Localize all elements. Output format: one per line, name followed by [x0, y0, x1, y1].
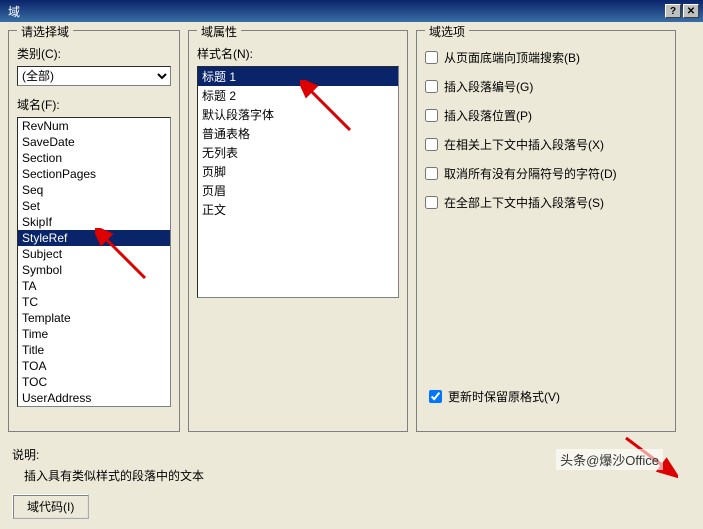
option-row: 从页面底端向顶端搜索(B) — [425, 49, 667, 66]
field-listbox[interactable]: RevNumSaveDateSectionSectionPagesSeqSetS… — [17, 117, 171, 407]
list-item[interactable]: 标题 2 — [198, 86, 398, 105]
list-item[interactable]: Seq — [18, 182, 170, 198]
preserve-format-label: 更新时保留原格式(V) — [448, 388, 560, 405]
list-item[interactable]: Title — [18, 342, 170, 358]
field-code-button[interactable]: 域代码(I) — [12, 494, 89, 519]
option-checkbox[interactable] — [425, 196, 438, 209]
field-options-group: 域选项 从页面底端向顶端搜索(B)插入段落编号(G)插入段落位置(P)在相关上下… — [416, 30, 676, 432]
option-row: 在相关上下文中插入段落号(X) — [425, 136, 667, 153]
style-listbox[interactable]: 标题 1标题 2默认段落字体普通表格无列表页脚页眉正文 — [197, 66, 399, 298]
option-checkbox[interactable] — [425, 109, 438, 122]
preserve-format-row: 更新时保留原格式(V) — [429, 388, 560, 405]
option-checkbox[interactable] — [425, 51, 438, 64]
option-label: 在相关上下文中插入段落号(X) — [444, 136, 604, 153]
list-item[interactable]: 普通表格 — [198, 124, 398, 143]
option-row: 插入段落位置(P) — [425, 107, 667, 124]
category-select[interactable]: (全部) — [17, 66, 171, 86]
option-checkbox[interactable] — [425, 138, 438, 151]
titlebar: 域 ? ✕ — [0, 0, 703, 22]
window-title: 域 — [4, 3, 663, 20]
stylename-label: 样式名(N): — [197, 45, 399, 62]
list-item[interactable]: Symbol — [18, 262, 170, 278]
list-item[interactable]: SkipIf — [18, 214, 170, 230]
watermark: 头条@爆沙Office — [556, 449, 663, 470]
option-row: 在全部上下文中插入段落号(S) — [425, 194, 667, 211]
field-properties-group: 域属性 样式名(N): 标题 1标题 2默认段落字体普通表格无列表页脚页眉正文 — [188, 30, 408, 432]
list-item[interactable]: Time — [18, 326, 170, 342]
field-select-group: 请选择域 类别(C): (全部) 域名(F): RevNumSaveDateSe… — [8, 30, 180, 432]
group-title: 域选项 — [425, 23, 469, 40]
list-item[interactable]: SectionPages — [18, 166, 170, 182]
list-item[interactable]: StyleRef — [18, 230, 170, 246]
list-item[interactable]: UserAddress — [18, 390, 170, 406]
list-item[interactable]: Subject — [18, 246, 170, 262]
preserve-format-checkbox[interactable] — [429, 390, 442, 403]
list-item[interactable]: SaveDate — [18, 134, 170, 150]
list-item[interactable]: 正文 — [198, 200, 398, 219]
list-item[interactable]: TA — [18, 278, 170, 294]
category-label: 类别(C): — [17, 45, 171, 62]
list-item[interactable]: Set — [18, 198, 170, 214]
fieldname-label: 域名(F): — [17, 96, 171, 113]
option-checkbox[interactable] — [425, 80, 438, 93]
option-row: 插入段落编号(G) — [425, 78, 667, 95]
list-item[interactable]: TOA — [18, 358, 170, 374]
option-label: 插入段落位置(P) — [444, 107, 532, 124]
option-label: 取消所有没有分隔符号的字符(D) — [444, 165, 617, 182]
list-item[interactable]: TOC — [18, 374, 170, 390]
close-button[interactable]: ✕ — [683, 4, 699, 18]
list-item[interactable]: RevNum — [18, 118, 170, 134]
list-item[interactable]: 标题 1 — [198, 67, 398, 86]
list-item[interactable]: Template — [18, 310, 170, 326]
option-checkbox[interactable] — [425, 167, 438, 180]
option-label: 在全部上下文中插入段落号(S) — [444, 194, 604, 211]
group-title: 请选择域 — [17, 23, 73, 40]
group-title: 域属性 — [197, 23, 241, 40]
list-item[interactable]: 页脚 — [198, 162, 398, 181]
list-item[interactable]: 页眉 — [198, 181, 398, 200]
list-item[interactable]: 默认段落字体 — [198, 105, 398, 124]
list-item[interactable]: 无列表 — [198, 143, 398, 162]
option-label: 从页面底端向顶端搜索(B) — [444, 49, 580, 66]
list-item[interactable]: Section — [18, 150, 170, 166]
option-label: 插入段落编号(G) — [444, 78, 533, 95]
option-row: 取消所有没有分隔符号的字符(D) — [425, 165, 667, 182]
help-button[interactable]: ? — [665, 4, 681, 18]
list-item[interactable]: TC — [18, 294, 170, 310]
